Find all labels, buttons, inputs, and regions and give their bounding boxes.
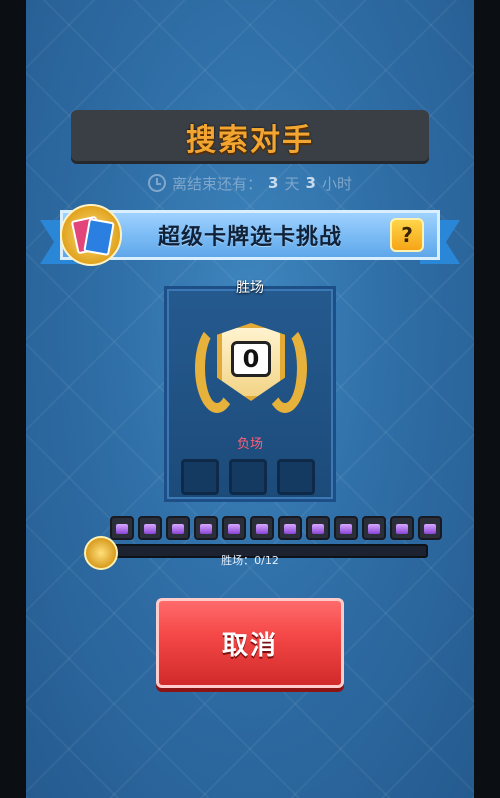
wins-badge: 0 bbox=[195, 313, 307, 425]
reward-chest-icon[interactable] bbox=[278, 516, 302, 540]
cards-icon bbox=[60, 204, 122, 266]
challenge-name: 超级卡牌选卡挑战 bbox=[157, 225, 342, 250]
timer-days-unit: 天 bbox=[284, 174, 300, 193]
record-panel: 胜场 0 负场 bbox=[164, 280, 336, 502]
loss-slot bbox=[181, 459, 219, 495]
wins-count: 0 bbox=[231, 341, 271, 377]
reward-chest-icon[interactable] bbox=[194, 516, 218, 540]
game-screen: 搜索对手 离结束还有： 3 天 3 小时 超级卡牌选卡挑战 ? 胜场 0 负场 bbox=[26, 0, 474, 798]
timer-hours: 3 bbox=[305, 174, 316, 192]
cancel-button[interactable]: 取消 bbox=[156, 598, 344, 688]
timer-hours-unit: 小时 bbox=[321, 174, 352, 193]
reward-chest-icon[interactable] bbox=[250, 516, 274, 540]
losses-label: 负场 bbox=[236, 437, 263, 452]
loss-slots bbox=[181, 459, 315, 495]
search-opponent-banner: 搜索对手 bbox=[71, 110, 429, 164]
reward-chest-icon[interactable] bbox=[138, 516, 162, 540]
timer-days: 3 bbox=[268, 174, 279, 192]
reward-chest-icon[interactable] bbox=[110, 516, 134, 540]
wins-progress-text: 胜场：0/12 bbox=[221, 554, 279, 567]
reward-chest-icon[interactable] bbox=[166, 516, 190, 540]
reward-chest-icon[interactable] bbox=[334, 516, 358, 540]
event-timer: 离结束还有： 3 天 3 小时 bbox=[26, 172, 474, 194]
reward-chests bbox=[110, 516, 442, 540]
reward-chest-icon[interactable] bbox=[222, 516, 246, 540]
loss-slot bbox=[229, 459, 267, 495]
challenge-ribbon: 超级卡牌选卡挑战 ? bbox=[40, 204, 456, 268]
reward-chest-icon[interactable] bbox=[306, 516, 330, 540]
reward-chest-icon[interactable] bbox=[418, 516, 442, 540]
card-blue-icon bbox=[83, 218, 115, 256]
page-title: 搜索对手 bbox=[186, 123, 314, 158]
timer-prefix: 离结束还有： bbox=[172, 174, 263, 193]
reward-chest-icon[interactable] bbox=[390, 516, 414, 540]
clock-icon bbox=[148, 174, 167, 192]
reward-chest-icon[interactable] bbox=[362, 516, 386, 540]
loss-slot bbox=[277, 459, 315, 495]
wins-label: 胜场 bbox=[236, 280, 264, 296]
help-button[interactable]: ? bbox=[390, 218, 424, 252]
